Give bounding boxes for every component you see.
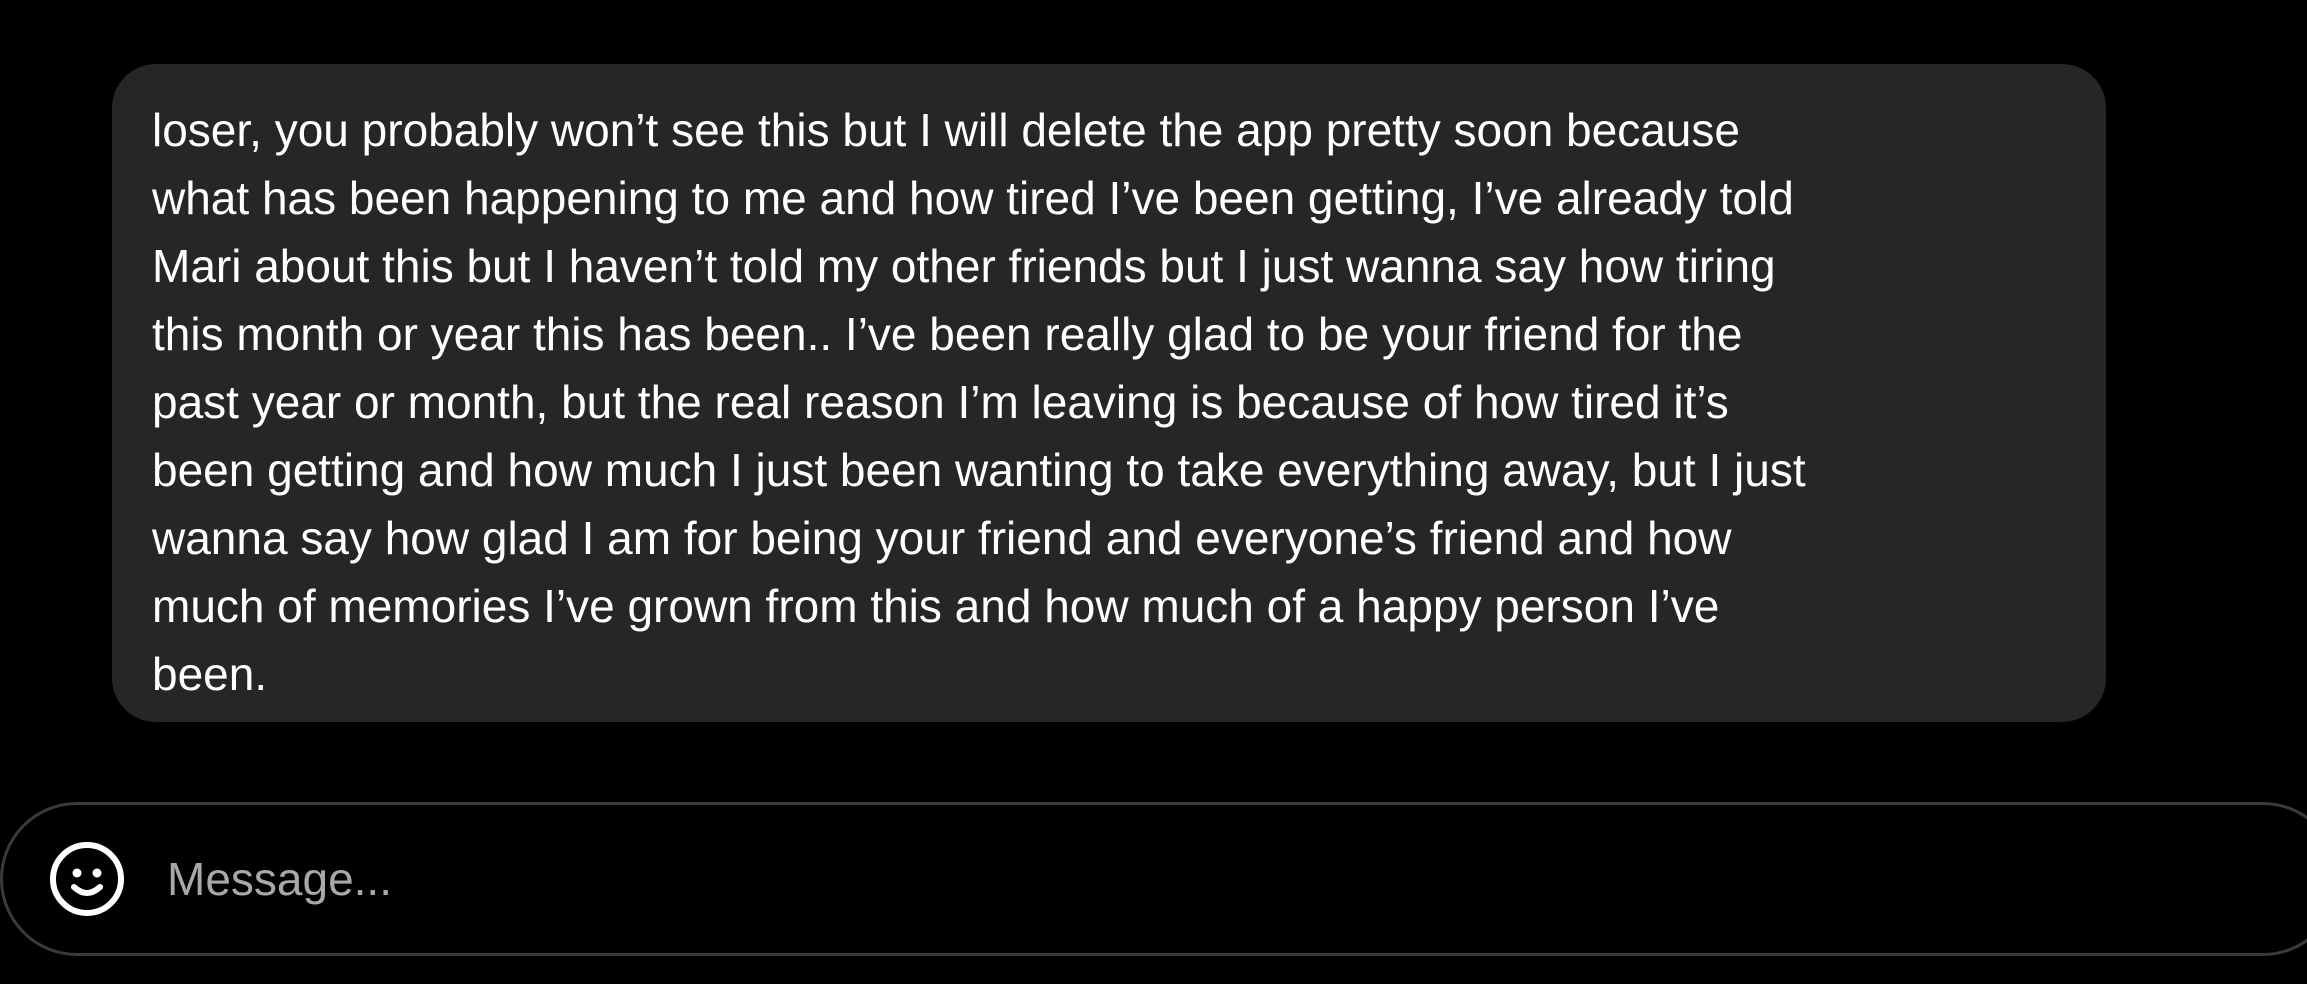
message-input[interactable] <box>167 839 1767 919</box>
message-text: loser, you probably won’t see this but I… <box>152 104 1806 700</box>
message-composer <box>0 802 2307 956</box>
smiley-face-icon[interactable] <box>47 839 127 919</box>
received-message-bubble[interactable]: loser, you probably won’t see this but I… <box>112 64 2106 722</box>
